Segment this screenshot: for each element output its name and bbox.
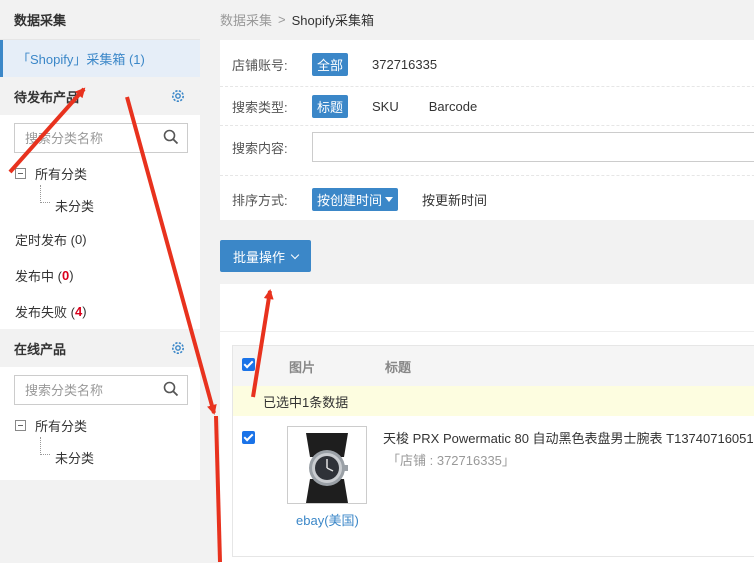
category-search-box bbox=[14, 123, 188, 153]
pending-products-title: 待发布产品 bbox=[14, 89, 80, 105]
count-badge: 4 bbox=[74, 303, 83, 319]
tree-connector bbox=[40, 185, 50, 203]
online-category-search-input[interactable] bbox=[25, 382, 155, 398]
search-icon[interactable] bbox=[163, 129, 179, 148]
filter-panel: 店铺账号: 全部 372716335 搜索类型: 标题 SKU Barcode … bbox=[220, 40, 754, 220]
breadcrumb-separator: > bbox=[278, 12, 286, 27]
sort-row: 排序方式: 按创建时间 按更新时间 bbox=[232, 188, 487, 211]
sidebar-item-scheduled[interactable]: 定时发布 (0) bbox=[0, 221, 200, 257]
bulk-operation-button[interactable]: 批量操作 bbox=[220, 240, 311, 272]
sidebar-item-publishing[interactable]: 发布中 (0) bbox=[0, 257, 200, 293]
collapse-icon[interactable] bbox=[15, 419, 26, 431]
category-search-input[interactable] bbox=[25, 130, 155, 146]
sidebar-link-label: 发布失败 ( bbox=[15, 304, 75, 320]
row-checkbox[interactable] bbox=[242, 431, 255, 447]
tree-item-uncategorized[interactable]: 未分类 bbox=[0, 185, 200, 221]
breadcrumb-current: Shopify采集箱 bbox=[291, 13, 374, 28]
gear-icon[interactable] bbox=[170, 340, 186, 356]
search-type-label: 搜索类型: bbox=[232, 100, 288, 115]
count-badge: 0 bbox=[74, 231, 83, 247]
tree-item-all-categories[interactable]: 所有分类 bbox=[0, 409, 200, 441]
table-header: 图片 标题 bbox=[233, 346, 754, 386]
breadcrumb-parent[interactable]: 数据采集 bbox=[220, 10, 272, 29]
store-option-account[interactable]: 372716335 bbox=[372, 57, 437, 72]
search-content-label: 搜索内容: bbox=[232, 140, 288, 156]
tree-label: 未分类 bbox=[55, 198, 95, 214]
paren: ) bbox=[69, 267, 74, 283]
sidebar-link-label: 发布中 ( bbox=[15, 268, 62, 284]
product-site-link[interactable]: ebay(美国) bbox=[296, 510, 359, 529]
column-header-image: 图片 bbox=[289, 359, 316, 375]
tree-item-uncategorized[interactable]: 未分类 bbox=[0, 437, 200, 473]
tree-label: 所有分类 bbox=[35, 418, 88, 434]
search-type-row: 搜索类型: 标题 SKU Barcode bbox=[232, 95, 477, 118]
product-thumbnail[interactable] bbox=[287, 426, 367, 504]
store-filter-row: 店铺账号: 全部 372716335 bbox=[232, 53, 437, 76]
checkbox-checked-icon bbox=[242, 358, 255, 371]
sidebar-link-label: 定时发布 ( bbox=[15, 232, 75, 248]
result-toolbar bbox=[220, 284, 754, 332]
search-content-input[interactable] bbox=[312, 132, 754, 162]
breadcrumb: 数据采集 > Shopify采集箱 bbox=[220, 10, 374, 29]
select-all-checkbox[interactable] bbox=[242, 358, 255, 374]
sidebar-item-publish-failed[interactable]: 发布失败 (4) bbox=[0, 293, 200, 329]
tree-label: 未分类 bbox=[55, 450, 95, 466]
search-content-row: 搜索内容: bbox=[232, 132, 754, 162]
divider bbox=[220, 125, 754, 126]
paren: ) bbox=[82, 231, 87, 247]
search-icon[interactable] bbox=[163, 381, 179, 400]
sort-by-updated[interactable]: 按更新时间 bbox=[422, 190, 487, 209]
product-store: 「店铺 : 372716335」 bbox=[387, 453, 515, 468]
table-row: 天梭 PRX Powermatic 80 自动黑色表盘男士腕表 T1374071… bbox=[233, 416, 754, 556]
search-type-sku[interactable]: SKU bbox=[372, 99, 399, 114]
result-panel: 图片 标题 已选中1条数据 天梭 PRX Powermatic 80 自动黑色表… bbox=[220, 284, 754, 563]
search-type-barcode[interactable]: Barcode bbox=[429, 99, 477, 114]
tree-label: 所有分类 bbox=[35, 166, 88, 182]
bulk-operation-label: 批量操作 bbox=[232, 249, 285, 265]
sort-active-label: 按创建时间 bbox=[317, 193, 383, 208]
product-table: 图片 标题 已选中1条数据 天梭 PRX Powermatic 80 自动黑色表… bbox=[232, 345, 754, 557]
product-title[interactable]: 天梭 PRX Powermatic 80 自动黑色表盘男士腕表 T1374071… bbox=[383, 428, 754, 447]
caret-down-icon bbox=[385, 197, 394, 202]
sidebar: 数据采集 「Shopify」采集箱 (1) 待发布产品 所有分类 未分类 定时发… bbox=[0, 0, 200, 480]
online-category-search-box bbox=[14, 375, 188, 405]
pending-products-header: 待发布产品 bbox=[0, 77, 200, 115]
column-header-title: 标题 bbox=[385, 359, 412, 375]
checkbox-checked-icon bbox=[242, 431, 255, 444]
online-products-title: 在线产品 bbox=[14, 341, 67, 357]
selection-notice: 已选中1条数据 bbox=[233, 386, 754, 416]
sort-by-created-dropdown[interactable]: 按创建时间 bbox=[312, 188, 399, 211]
divider bbox=[220, 86, 754, 87]
chevron-down-icon bbox=[290, 250, 300, 259]
search-type-title[interactable]: 标题 bbox=[312, 95, 349, 118]
store-label: 店铺账号: bbox=[232, 58, 288, 73]
gear-icon[interactable] bbox=[170, 88, 186, 104]
tree-connector bbox=[40, 437, 50, 455]
online-products-header: 在线产品 bbox=[0, 329, 200, 367]
divider bbox=[220, 175, 754, 176]
tree-item-all-categories[interactable]: 所有分类 bbox=[0, 157, 200, 189]
sort-label: 排序方式: bbox=[232, 193, 288, 208]
count-badge: 0 bbox=[61, 267, 70, 283]
collapse-icon[interactable] bbox=[15, 167, 26, 179]
sidebar-item-shopify-collection[interactable]: 「Shopify」采集箱 (1) bbox=[0, 40, 200, 77]
paren: ) bbox=[82, 303, 87, 319]
sidebar-title: 数据采集 bbox=[0, 0, 200, 40]
store-option-all[interactable]: 全部 bbox=[312, 53, 349, 76]
